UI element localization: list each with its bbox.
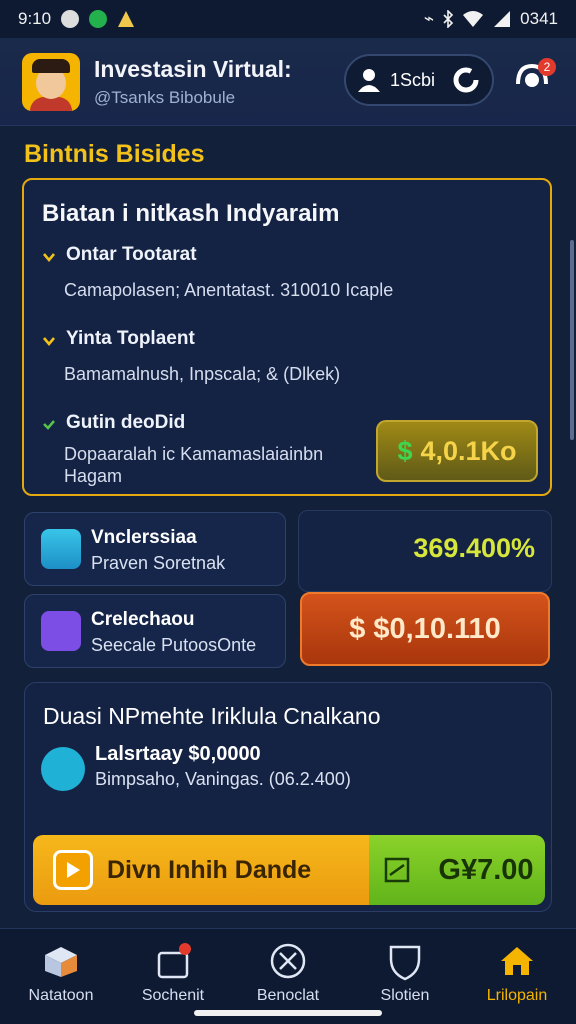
refresh-icon[interactable] [450, 64, 482, 96]
wifi-icon [463, 11, 484, 27]
play-icon [53, 850, 93, 890]
wallet-sub: Praven Soretnak [91, 553, 226, 573]
card-title: Biatan i nitkash Indyaraim [42, 200, 340, 227]
signal-icon [494, 11, 511, 27]
portfolio-card: Duasi NPmehte Iriklula Cnalkano Lalsrtaa… [24, 682, 552, 912]
item-label: Yinta Toplaent [66, 328, 195, 349]
goal-card[interactable]: Crelechaou Seecale PutoosOnte [24, 594, 286, 668]
status-bar: 9:10 ⌁ 0341 [0, 0, 576, 38]
bag-icon [153, 941, 193, 981]
nav-item-home[interactable]: Natatoon [6, 939, 116, 1019]
goal-title: Crelechaou [91, 609, 195, 630]
nfc-icon: ⌁ [423, 9, 435, 28]
nav-label: Natatoon [28, 987, 94, 1004]
invest-label: Divn Inhih Dande [107, 855, 312, 884]
home-indicator[interactable] [194, 1010, 382, 1016]
green-value: G¥7.00 [438, 853, 534, 886]
chevron-down-icon [43, 253, 55, 263]
nav-item-tools[interactable]: Benoclat [233, 939, 343, 1019]
nav-item-shop[interactable]: Sochenit [118, 939, 228, 1019]
scrollbar[interactable] [570, 240, 574, 440]
tools-icon [268, 941, 308, 981]
section-title: Bintnis Bisides [24, 140, 205, 168]
account-label: 1Scbi [390, 69, 436, 90]
receipt-icon [385, 857, 410, 883]
shield-icon [385, 941, 425, 981]
chevron-down-icon [43, 337, 55, 347]
app-subtitle: @Tsanks Bibobule [94, 88, 236, 107]
notification-badge: 2 [538, 58, 556, 76]
return-box: 369.400% [298, 510, 552, 592]
nav-label: Sochenit [141, 987, 205, 1004]
amount-button[interactable]: $ $0,10.110 [300, 592, 550, 666]
item-desc: Bamamalnush, Inpscala; & (Dlkek) [64, 364, 341, 384]
price-value: 4,0.1Ko [420, 435, 517, 466]
user-icon [358, 69, 380, 92]
item-label: Gutin deoDid [66, 412, 186, 433]
home-icon [497, 941, 537, 981]
bluetooth-icon [443, 10, 454, 28]
goal-sub: Seecale PutoosOnte [91, 635, 257, 655]
portfolio-line2: Bimpsaho, Vaningas. (06.2.400) [95, 769, 351, 789]
status-clock: 0341 [520, 9, 558, 28]
price-button[interactable]: $ 4,0.1Ko [376, 420, 538, 482]
app-logo[interactable] [22, 53, 80, 111]
key-icon [41, 611, 81, 651]
notifications-button[interactable]: 2 [512, 58, 556, 102]
status-time: 9:10 [18, 9, 52, 28]
nav-item-shield[interactable]: Slotien [350, 939, 460, 1019]
item-desc: Dopaaralah ic Kamamaslaiainbn [64, 444, 324, 464]
account-pill[interactable]: 1Scbi [344, 54, 494, 106]
pencil-icon [41, 747, 85, 791]
box-icon [41, 941, 81, 981]
value-button[interactable]: G¥7.00 [369, 835, 545, 905]
notification-avatar-icon [61, 10, 80, 28]
nav-label: Lrilopain [486, 987, 548, 1004]
invest-button[interactable]: Divn Inhih Dande [33, 835, 369, 905]
nav-item-profile[interactable]: Lrilopain [462, 939, 572, 1019]
nav-label: Benoclat [256, 987, 320, 1004]
return-percent: 369.400% [413, 533, 535, 563]
nav-label: Slotien [380, 987, 430, 1004]
whatsapp-icon [89, 10, 108, 28]
vpn-icon [118, 11, 135, 27]
app-header: Investasin Virtual: @Tsanks Bibobule 1Sc… [0, 38, 576, 126]
investment-card: Biatan i nitkash Indyaraim Ontar Tootara… [22, 178, 552, 496]
item-desc: Camapolasen; Anentatast. 310010 Icaple [64, 280, 394, 300]
portfolio-title: Duasi NPmehte Iriklula Cnalkano [43, 703, 381, 729]
portfolio-line1: Lalsrtaay $0,0000 [95, 743, 261, 765]
app-title: Investasin Virtual: [94, 56, 292, 82]
calendar-icon [41, 529, 81, 569]
dollar-icon: $ [397, 435, 413, 466]
item-label: Ontar Tootarat [66, 244, 197, 265]
wallet-title: Vnclerssiaa [91, 527, 197, 548]
wallet-card[interactable]: Vnclerssiaa Praven Soretnak [24, 512, 286, 586]
item-desc-2: Hagam [64, 466, 123, 486]
check-icon [43, 420, 55, 430]
